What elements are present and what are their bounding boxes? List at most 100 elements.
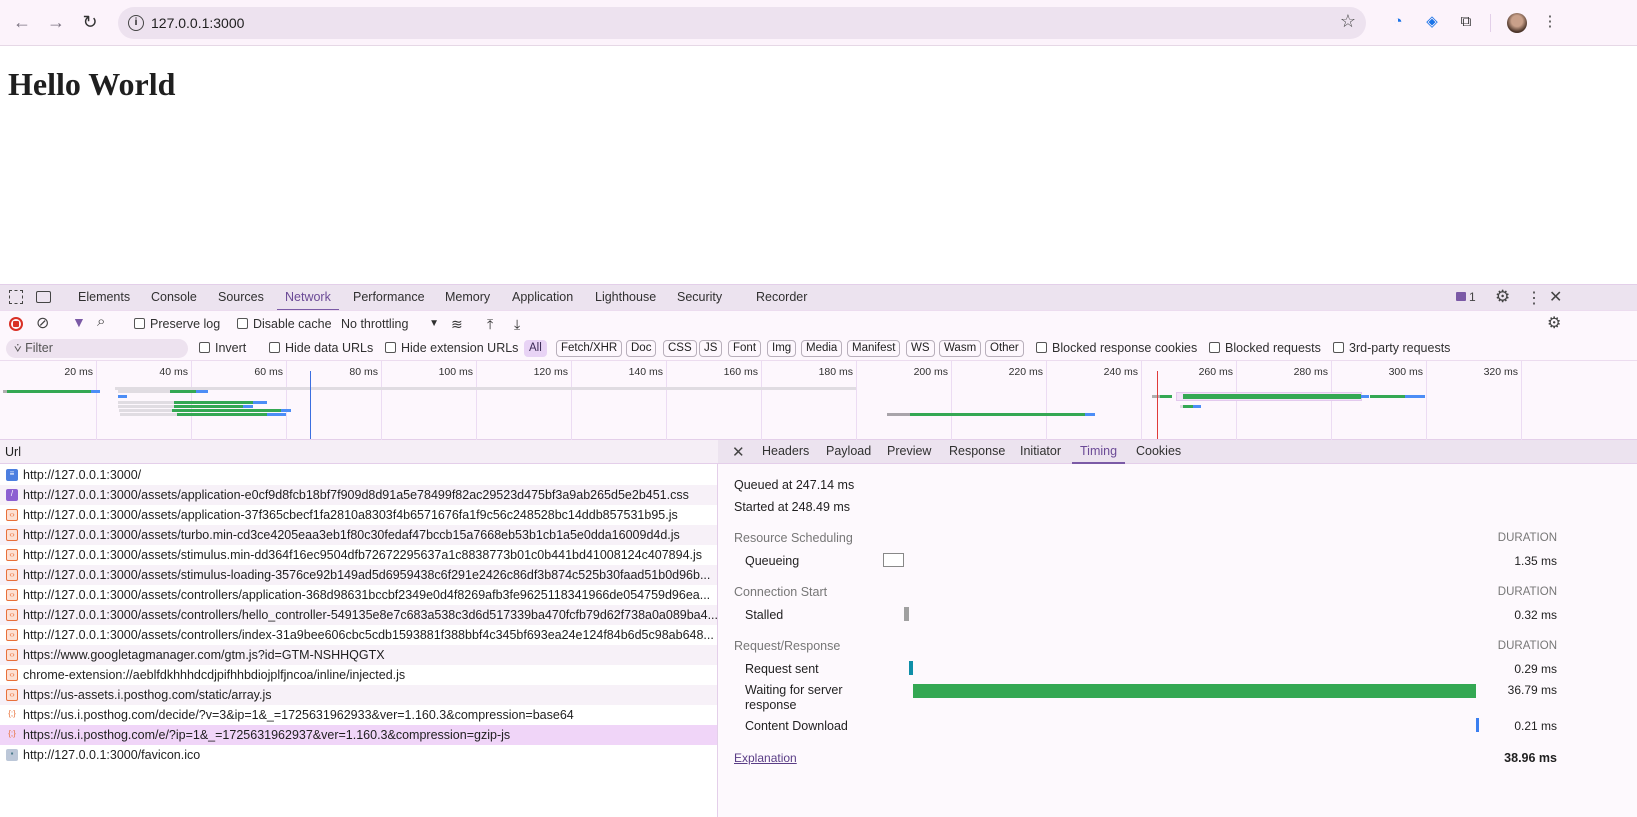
- address-bar[interactable]: i 127.0.0.1:3000 ☆: [118, 7, 1366, 39]
- request-row[interactable]: ‹› http://127.0.0.1:3000/assets/controlle…: [0, 585, 717, 605]
- type-filter-wasm[interactable]: Wasm: [939, 340, 982, 357]
- network-settings-gear-icon[interactable]: ⚙: [1547, 313, 1561, 333]
- tab-memory[interactable]: Memory: [437, 285, 498, 311]
- request-row[interactable]: ‹› http://127.0.0.1:3000/assets/controlle…: [0, 625, 717, 645]
- tab-application[interactable]: Application: [504, 285, 581, 311]
- close-devtools-icon[interactable]: ✕: [1549, 287, 1562, 307]
- throttling-select[interactable]: No throttling ▼: [341, 316, 441, 332]
- type-filter-css[interactable]: CSS: [663, 340, 697, 357]
- bookmark-star-icon[interactable]: ☆: [1340, 11, 1356, 32]
- doc-file-icon: ≡: [6, 469, 18, 481]
- tick-line: [1521, 361, 1522, 440]
- waterfall-bar: [115, 387, 856, 390]
- request-row[interactable]: ‹› http://127.0.0.1:3000/assets/stimulus-…: [0, 565, 717, 585]
- profile-avatar[interactable]: [1507, 13, 1527, 33]
- detail-tab-preview[interactable]: Preview: [887, 440, 931, 464]
- type-filter-js[interactable]: JS: [699, 340, 723, 357]
- tab-performance[interactable]: Performance: [345, 285, 433, 311]
- issues-count[interactable]: 1: [1469, 290, 1476, 304]
- waterfall-bar: [243, 405, 253, 408]
- request-row[interactable]: ‹› chrome-extension://aeblfdkhhhdcdjpifhh…: [0, 665, 717, 685]
- devtools-more-icon[interactable]: ⋮: [1526, 288, 1542, 308]
- tab-console[interactable]: Console: [143, 285, 205, 311]
- chevron-down-icon: ▼: [429, 318, 439, 329]
- device-toolbar-icon[interactable]: [36, 291, 51, 303]
- close-detail-icon[interactable]: ✕: [732, 443, 745, 461]
- password-manager-extension-icon[interactable]: ◔: [1388, 12, 1408, 32]
- tab-recorder[interactable]: Recorder: [748, 285, 815, 311]
- request-row[interactable]: / http://127.0.0.1:3000/assets/applicatio…: [0, 485, 717, 505]
- request-row[interactable]: ‹› http://127.0.0.1:3000/assets/turbo.min…: [0, 525, 717, 545]
- more-menu-icon[interactable]: ⋮: [1540, 12, 1560, 32]
- export-har-icon[interactable]: ⤓: [514, 316, 520, 332]
- forward-icon[interactable]: →: [45, 11, 67, 33]
- type-filter-media[interactable]: Media: [801, 340, 843, 357]
- settings-gear-icon[interactable]: ⚙: [1495, 287, 1510, 307]
- extensions-puzzle-icon[interactable]: ⧉: [1456, 12, 1476, 32]
- detail-tab-cookies[interactable]: Cookies: [1136, 440, 1181, 464]
- type-filter-fetch-xhr[interactable]: Fetch/XHR: [556, 340, 623, 357]
- request-row[interactable]: ‹› https://www.googletagmanager.com/gtm.j…: [0, 645, 717, 665]
- detail-tab-initiator[interactable]: Initiator: [1020, 440, 1061, 464]
- blocked-cookies-checkbox[interactable]: Blocked response cookies: [1036, 340, 1197, 356]
- request-url: https://us.i.posthog.com/decide/?v=3&ip=…: [23, 708, 574, 722]
- duration-header: DURATION: [1497, 586, 1557, 598]
- hide-data-urls-checkbox[interactable]: Hide data URLs: [269, 340, 373, 356]
- inspect-element-icon[interactable]: [9, 290, 23, 304]
- detail-tab-response[interactable]: Response: [949, 440, 1005, 464]
- network-conditions-icon[interactable]: ≋: [451, 316, 463, 332]
- clear-icon[interactable]: ⊘: [36, 313, 49, 333]
- third-party-checkbox[interactable]: 3rd-party requests: [1333, 340, 1450, 356]
- request-row[interactable]: ‹› http://127.0.0.1:3000/assets/applicati…: [0, 505, 717, 525]
- url-text[interactable]: 127.0.0.1:3000: [151, 15, 244, 31]
- tab-network[interactable]: Network: [277, 285, 339, 311]
- timing-phase-label: Content Download: [745, 719, 848, 733]
- disable-cache-checkbox[interactable]: Disable cache: [237, 316, 332, 332]
- back-icon[interactable]: ←: [11, 11, 33, 33]
- tab-lighthouse[interactable]: Lighthouse: [587, 285, 664, 311]
- search-icon[interactable]: ⌕: [97, 313, 105, 330]
- timing-phase-label: Stalled: [745, 608, 784, 622]
- hide-extension-urls-checkbox[interactable]: Hide extension URLs: [385, 340, 518, 356]
- filter-input[interactable]: ⩒ Filter: [6, 339, 188, 358]
- timing-phase-label: Request sent: [745, 662, 819, 676]
- tab-elements[interactable]: Elements: [70, 285, 138, 311]
- request-row[interactable]: ‹› http://127.0.0.1:3000/assets/controlle…: [0, 605, 717, 625]
- type-filter-all[interactable]: All: [524, 340, 547, 357]
- tab-security[interactable]: Security: [669, 285, 730, 311]
- request-row[interactable]: ‹› http://127.0.0.1:3000/assets/stimulus.…: [0, 545, 717, 565]
- tag-extension-icon[interactable]: ◈: [1422, 12, 1442, 32]
- network-overview-timeline[interactable]: 20 ms 40 ms 60 ms 80 ms 100 ms 120 ms 140 ms 16…: [0, 361, 1637, 440]
- request-row[interactable]: {;} https://us.i.posthog.com/e/?ip=1&_=17…: [0, 725, 717, 745]
- detail-tab-headers[interactable]: Headers: [762, 440, 809, 464]
- request-row[interactable]: ‹› https://us-assets.i.posthog.com/static…: [0, 685, 717, 705]
- type-filter-img[interactable]: Img: [767, 340, 797, 357]
- reload-icon[interactable]: ↻: [79, 11, 101, 33]
- type-filter-other[interactable]: Other: [985, 340, 1024, 357]
- blocked-requests-checkbox[interactable]: Blocked requests: [1209, 340, 1321, 356]
- tab-sources[interactable]: Sources: [210, 285, 272, 311]
- issues-icon[interactable]: [1456, 292, 1466, 301]
- preserve-log-checkbox[interactable]: Preserve log: [134, 316, 220, 332]
- type-filter-doc[interactable]: Doc: [626, 340, 657, 357]
- request-row[interactable]: ▪ http://127.0.0.1:3000/favicon.ico: [0, 745, 717, 765]
- detail-tab-payload[interactable]: Payload: [826, 440, 871, 464]
- waterfall-bar: [1160, 395, 1172, 398]
- type-filter-ws[interactable]: WS: [906, 340, 935, 357]
- request-row[interactable]: ≡ http://127.0.0.1:3000/: [0, 465, 717, 485]
- explanation-link[interactable]: Explanation: [734, 751, 797, 765]
- record-stop-icon[interactable]: [9, 317, 23, 331]
- css-file-icon: /: [6, 489, 18, 501]
- type-filter-manifest[interactable]: Manifest: [847, 340, 901, 357]
- timing-bar-queueing: [883, 553, 904, 567]
- site-info-icon[interactable]: i: [128, 15, 144, 31]
- request-url: https://us.i.posthog.com/e/?ip=1&_=17256…: [23, 728, 511, 742]
- url-column-header[interactable]: Url: [0, 440, 718, 464]
- filter-funnel-icon[interactable]: ▼: [72, 314, 86, 330]
- invert-checkbox[interactable]: Invert: [199, 340, 246, 356]
- import-har-icon[interactable]: ⤒: [487, 316, 493, 332]
- request-row[interactable]: {;} https://us.i.posthog.com/decide/?v=3&…: [0, 705, 717, 725]
- tick-label: 80 ms: [349, 366, 378, 378]
- type-filter-font[interactable]: Font: [728, 340, 762, 357]
- detail-tab-timing[interactable]: Timing: [1072, 440, 1126, 464]
